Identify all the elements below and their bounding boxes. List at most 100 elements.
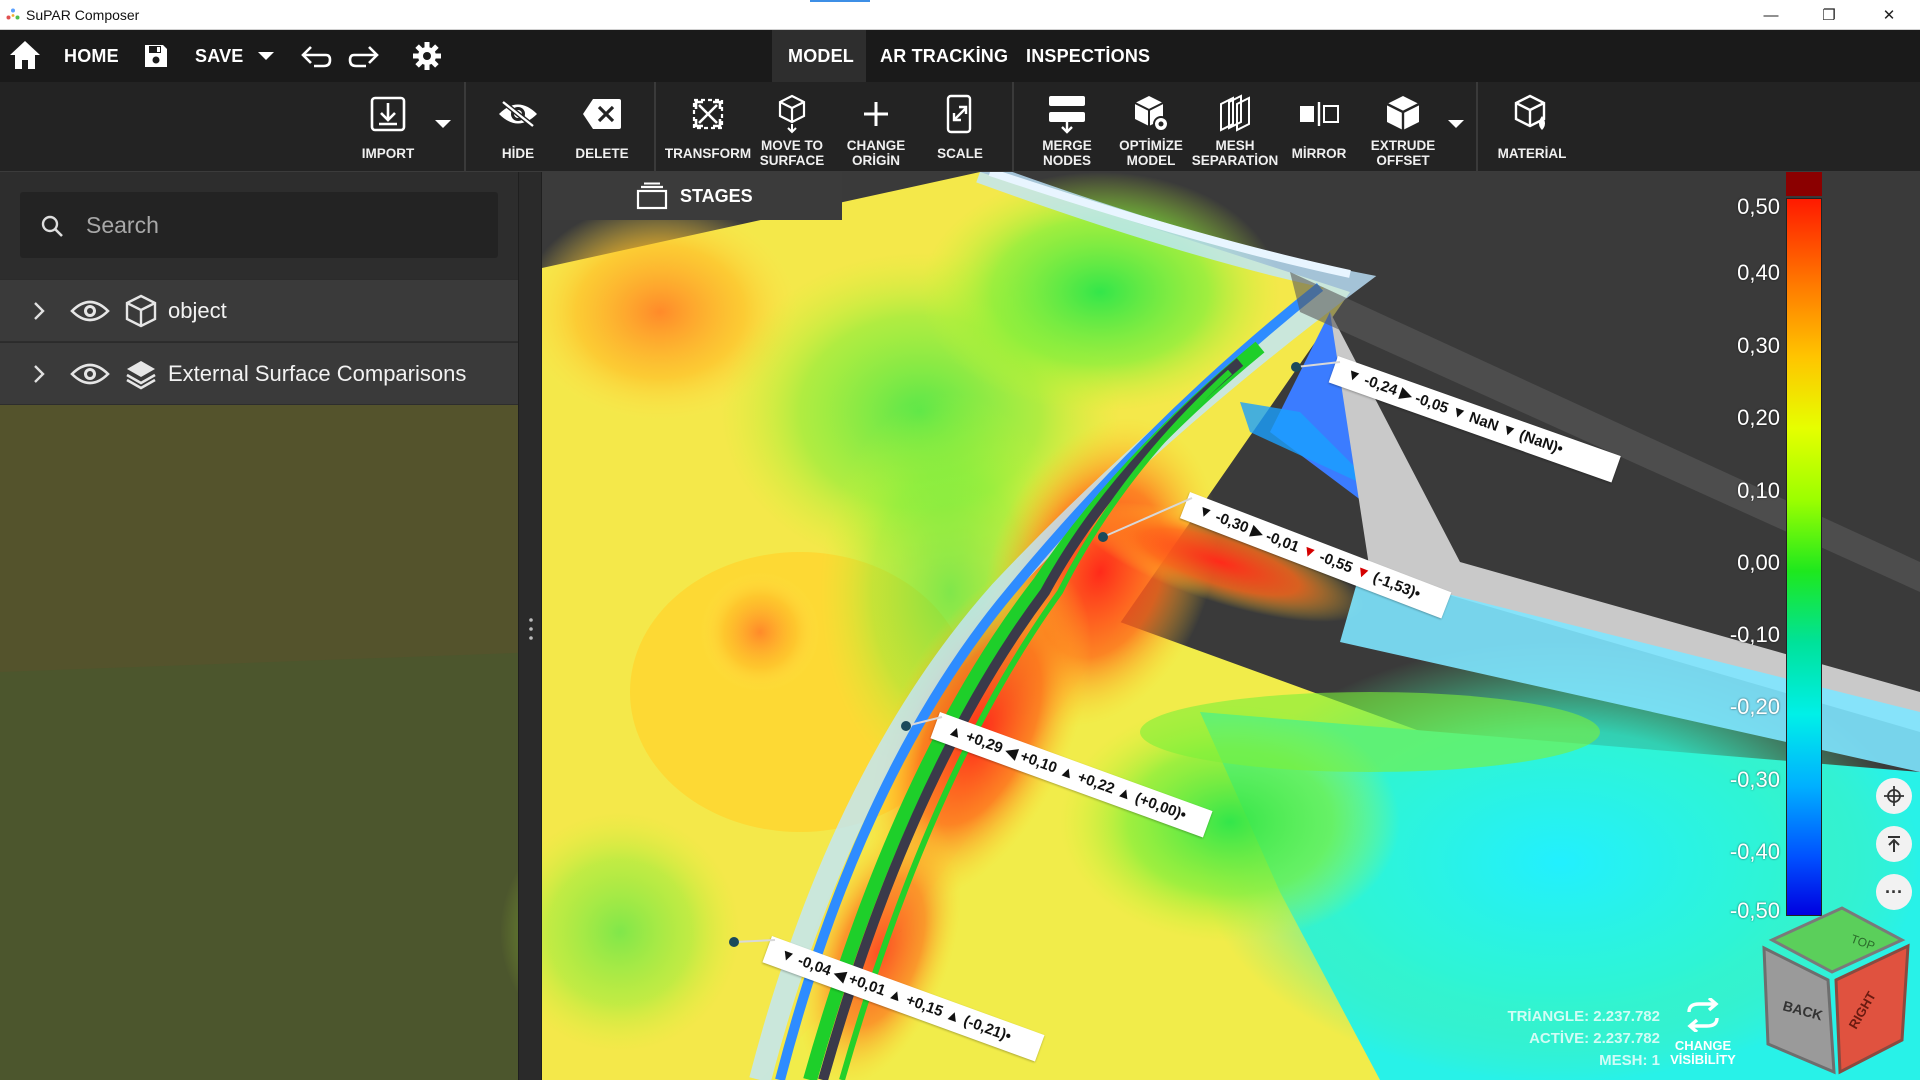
panel-splitter[interactable] — [518, 172, 542, 1080]
tab-model[interactable]: MODEL — [788, 30, 854, 82]
scale-resize-icon — [946, 94, 972, 134]
eye-off-icon — [499, 100, 537, 128]
tree-item-label: object — [168, 298, 227, 323]
mirror-icon — [1300, 102, 1339, 126]
ellipsis-icon: ··· — [1885, 882, 1903, 902]
arrow-to-top-icon — [1888, 836, 1900, 852]
anchor-point — [1291, 362, 1301, 372]
scale-tick: -0,20 — [1729, 694, 1780, 719]
scale-tick: 0,50 — [1737, 194, 1780, 219]
mesh-separation-button[interactable]: MESH SEPARATİON — [1192, 82, 1278, 172]
close-button[interactable]: ✕ — [1866, 0, 1912, 30]
fit-top-button[interactable] — [1876, 826, 1912, 862]
home-icon[interactable] — [8, 38, 42, 72]
change-visibility-button[interactable]: CHANGE VİSİBİLİTY — [1666, 996, 1740, 1067]
mesh-stats: TRİANGLE: 2.237.782 ACTİVE: 2.237.782 ME… — [1400, 1006, 1660, 1072]
titlebar-accent — [810, 0, 870, 2]
cube-solid-icon — [1386, 96, 1420, 130]
change-visibility-label: CHANGE VİSİBİLİTY — [1670, 1038, 1736, 1067]
chevron-right-icon[interactable] — [30, 300, 48, 322]
scale-tick: -0,40 — [1729, 839, 1780, 864]
settings-gear-icon[interactable] — [412, 41, 442, 71]
window-titlebar: SuPAR Composer — ❐ ✕ — [0, 0, 1920, 30]
stages-button[interactable]: STAGES — [542, 172, 842, 220]
navigation-cube[interactable]: TOP BACK RIGHT — [1752, 900, 1920, 1080]
scale-tick: 0,40 — [1737, 260, 1780, 285]
merge-nodes-button[interactable]: MERGE NODES — [1027, 82, 1107, 172]
anchor-point — [901, 721, 911, 731]
delete-label: DELETE — [575, 146, 629, 161]
scene-tree-panel: object External Surface Comparisons — [0, 172, 518, 1080]
scale-tick: 0,10 — [1737, 478, 1780, 503]
search-box[interactable] — [20, 192, 498, 258]
plus-origin-icon — [864, 102, 888, 126]
window-title: SuPAR Composer — [26, 7, 140, 23]
active-count: ACTİVE: 2.237.782 — [1529, 1030, 1660, 1047]
scale-tick: 0,30 — [1737, 333, 1780, 358]
optimize-model-button[interactable]: OPTİMİZE MODEL — [1111, 82, 1191, 172]
app-logo-icon — [6, 8, 20, 20]
scale-tick: -0,10 — [1729, 622, 1780, 647]
move-to-surface-button[interactable]: MOVE TO SURFACE — [752, 82, 832, 172]
chevron-right-icon[interactable] — [30, 363, 48, 385]
cube-icon — [125, 294, 157, 328]
eye-icon[interactable] — [70, 298, 110, 324]
tab-ar-tracking[interactable]: AR TRACKİNG — [880, 30, 1008, 82]
scale-tick: 0,20 — [1737, 405, 1780, 430]
anchor-point — [729, 937, 739, 947]
extrude-dropdown-icon[interactable] — [1448, 120, 1464, 128]
cube-down-icon — [778, 94, 806, 134]
merge-nodes-icon — [1049, 96, 1085, 134]
import-button[interactable]: IMPORT — [348, 82, 428, 172]
stages-icon — [636, 182, 668, 210]
save-dropdown-icon[interactable] — [258, 52, 274, 60]
scale-tick: 0,00 — [1737, 550, 1780, 575]
crosshair-icon — [1884, 786, 1904, 806]
delete-button[interactable]: DELETE — [562, 82, 642, 172]
scale-label: SCALE — [937, 146, 983, 161]
backspace-delete-icon — [583, 99, 621, 129]
eye-icon[interactable] — [70, 361, 110, 387]
import-dropdown-icon[interactable] — [435, 120, 451, 128]
tree-item-label: External Surface Comparisons — [168, 361, 467, 386]
stages-label: STAGES — [680, 186, 753, 206]
mirror-button[interactable]: MİRROR — [1279, 82, 1359, 172]
cube-material-icon — [1514, 94, 1546, 130]
drag-handle-icon[interactable] — [529, 617, 533, 641]
cube-gear-icon — [1134, 96, 1169, 132]
scale-button[interactable]: SCALE — [920, 82, 1000, 172]
minimize-button[interactable]: — — [1748, 0, 1794, 30]
material-label: MATERİAL — [1497, 146, 1567, 161]
mesh-separation-icon — [1220, 94, 1250, 132]
save-icon[interactable] — [143, 43, 169, 69]
anchor-point — [1098, 532, 1108, 542]
tab-inspections[interactable]: INSPECTİONS — [1026, 30, 1150, 82]
tree-item-object[interactable]: object — [0, 279, 518, 341]
triangle-count: TRİANGLE: 2.237.782 — [1507, 1008, 1660, 1025]
scale-tick: -0,30 — [1729, 767, 1780, 792]
color-scale-labels: 0,50 0,40 0,30 0,20 0,10 0,00 -0,10 -0,2… — [1690, 190, 1780, 930]
undo-icon[interactable] — [300, 44, 332, 70]
transform-icon — [692, 98, 724, 130]
model-toolbar: IMPORT HİDE DELETE TRANSFORM MOVE TO SUR… — [0, 82, 1920, 172]
change-origin-button[interactable]: CHANGE ORİGİN — [836, 82, 916, 172]
material-button[interactable]: MATERİAL — [1492, 82, 1572, 172]
main-menu-bar: HOME SAVE MODEL AR TRACKİNG INSPECTİONS — [0, 30, 1920, 82]
maximize-button[interactable]: ❐ — [1806, 0, 1852, 30]
color-scale-bar — [1786, 198, 1822, 916]
color-scale-overflow-cap — [1786, 172, 1822, 196]
import-icon — [370, 96, 406, 132]
tree-item-external-surface-comparisons[interactable]: External Surface Comparisons — [0, 342, 518, 404]
save-menu-item[interactable]: SAVE — [195, 30, 243, 82]
search-icon — [41, 215, 63, 237]
home-menu-item[interactable]: HOME — [64, 30, 119, 82]
transform-button[interactable]: TRANSFORM — [665, 82, 751, 172]
extrude-offset-button[interactable]: EXTRUDE OFFSET — [1363, 82, 1443, 172]
import-label: IMPORT — [361, 146, 415, 161]
focus-target-button[interactable] — [1876, 778, 1912, 814]
redo-icon[interactable] — [348, 44, 380, 70]
layers-icon — [126, 361, 156, 390]
search-input[interactable] — [86, 206, 466, 244]
mesh-count: MESH: 1 — [1599, 1052, 1660, 1069]
hide-button[interactable]: HİDE — [478, 82, 558, 172]
